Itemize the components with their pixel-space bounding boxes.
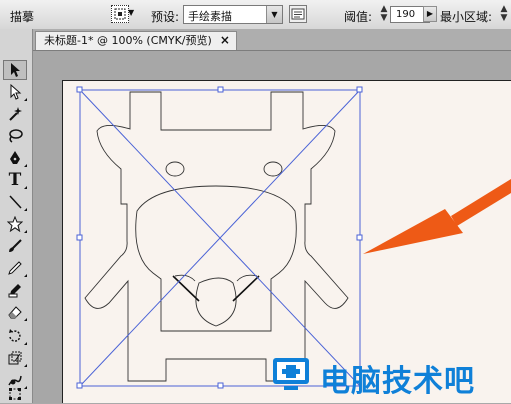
toolbox: T [0, 29, 33, 403]
type-tool[interactable]: T [3, 170, 27, 190]
rotate-tool[interactable] [3, 326, 27, 346]
control-bar: 描摹 ▼ 预设: 手绘素描 ▼ 阈值: ▲ ▼ 190 ▶ 最小区域: ▲ ▼ [0, 0, 511, 30]
line-tool-icon [9, 195, 22, 209]
lasso-tool-icon [9, 129, 23, 143]
magic-wand-tool-icon [9, 107, 22, 121]
selection-bounding-box[interactable] [79, 89, 361, 387]
document-tab-bar: 未标题-1* @ 100% (CMYK/预览) × [33, 29, 511, 51]
selection-tool[interactable] [3, 60, 27, 80]
blob-brush-tool-icon [8, 284, 21, 298]
threshold-stepper[interactable]: ▲ ▼ [378, 5, 390, 23]
paintbrush-tool[interactable] [3, 236, 27, 256]
annotation-arrow [363, 179, 511, 254]
preset-chevron-down-icon[interactable]: ▼ [266, 6, 282, 23]
traced-cow-outline [84, 91, 349, 382]
watermark-text: 电脑技术吧 [320, 364, 475, 399]
tracing-options-chevron-down-icon[interactable]: ▼ [128, 8, 134, 17]
tracing-label: 描摹 [10, 10, 35, 24]
scale-tool-icon [8, 351, 22, 365]
free-transform-tool-icon [9, 388, 21, 400]
star-tool-icon [7, 216, 23, 232]
blob-brush-tool[interactable] [3, 280, 27, 300]
line-tool[interactable] [3, 192, 27, 212]
pen-tool[interactable] [3, 148, 27, 168]
pen-tool-icon [10, 151, 20, 164]
pencil-tool[interactable] [3, 258, 27, 278]
tab-document[interactable]: 未标题-1* @ 100% (CMYK/预览) × [35, 31, 237, 50]
lasso-tool[interactable] [3, 126, 27, 146]
magic-wand-tool[interactable] [3, 104, 27, 124]
min-area-stepper[interactable]: ▲ ▼ [498, 5, 510, 23]
close-icon[interactable]: × [220, 33, 230, 47]
free-transform-tool[interactable] [3, 384, 27, 404]
eraser-tool-icon [8, 306, 22, 319]
pencil-tool-icon [8, 261, 22, 275]
star-tool[interactable] [3, 214, 27, 234]
paintbrush-tool-icon [9, 239, 22, 252]
direct-selection-tool[interactable] [3, 82, 27, 102]
selection-tool-icon [11, 63, 20, 77]
tracing-panel-icon[interactable] [289, 5, 307, 23]
direct-selection-tool-icon [10, 84, 22, 100]
canvas-area[interactable] [33, 51, 511, 403]
type-tool-icon: T [8, 170, 22, 190]
min-area-label: 最小区域: [440, 10, 493, 24]
tracing-options-icon[interactable] [111, 5, 129, 23]
rotate-tool-icon [9, 329, 21, 342]
preset-select[interactable]: 手绘素描 ▼ [183, 5, 283, 24]
scale-tool[interactable] [3, 348, 27, 368]
watermark-monitor-icon [273, 358, 309, 390]
watermark: 电脑技术吧 [270, 352, 511, 403]
threshold-label: 阈值: [344, 10, 373, 24]
preset-value: 手绘素描 [188, 10, 232, 23]
document-tab-title: 未标题-1* @ 100% (CMYK/预览) [44, 34, 212, 47]
eraser-tool[interactable] [3, 302, 27, 322]
traced-artwork[interactable] [33, 51, 511, 403]
threshold-slider-chevron-right-icon[interactable]: ▶ [423, 6, 437, 22]
preset-label: 预设: [151, 10, 180, 24]
